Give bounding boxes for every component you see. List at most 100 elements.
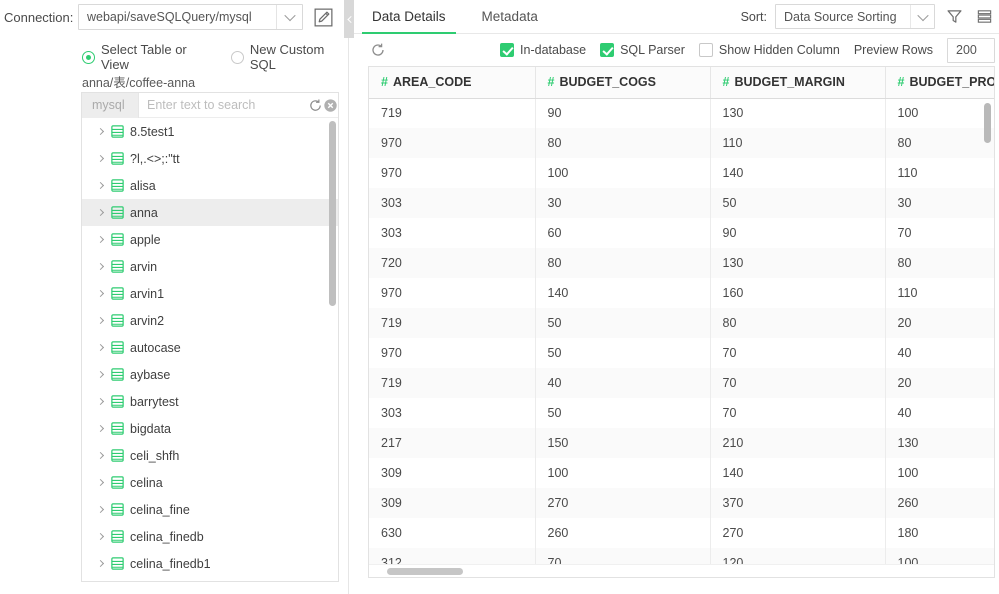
tree-item[interactable]: apple <box>82 226 338 253</box>
tree-item[interactable]: arvin2 <box>82 307 338 334</box>
table-row[interactable]: 309 270 370 260 <box>369 488 994 518</box>
chevron-right-icon[interactable] <box>94 127 107 136</box>
refresh-icon[interactable] <box>308 93 323 118</box>
table-row[interactable]: 719 50 80 20 <box>369 308 994 338</box>
database-table-icon <box>107 178 127 193</box>
query-mode-radio-group: Select Table or View New Custom SQL <box>82 42 344 72</box>
edit-pencil-icon[interactable] <box>312 6 334 28</box>
numeric-type-icon: # <box>897 75 905 90</box>
table-cell: 50 <box>535 308 711 338</box>
tree-item[interactable]: arvin <box>82 253 338 280</box>
tree-item[interactable]: celina_fine <box>82 496 338 523</box>
table-row[interactable]: 970 140 160 110 <box>369 278 994 308</box>
splitter-line <box>348 0 349 594</box>
table-column-header[interactable]: # BUDGET_MARGIN <box>710 67 886 99</box>
chevron-right-icon[interactable] <box>94 181 107 190</box>
database-table-icon <box>107 313 127 328</box>
chevron-right-icon[interactable] <box>94 397 107 406</box>
table-row[interactable]: 309 100 140 100 <box>369 458 994 488</box>
refresh-icon[interactable] <box>368 40 388 60</box>
grid-horizontal-scrollbar-thumb[interactable] <box>387 568 463 575</box>
tree-scroll-area[interactable]: 8.5test1 ?l,.<>;:"tt alisa anna apple arvin ar… <box>82 118 338 581</box>
table-row[interactable]: 630 260 270 180 <box>369 518 994 548</box>
table-row[interactable]: 719 90 130 100 <box>369 98 994 128</box>
radio-select-table-or-view[interactable]: Select Table or View <box>82 42 207 72</box>
chevron-right-icon[interactable] <box>94 316 107 325</box>
database-table-icon <box>107 232 127 247</box>
collapse-panel-button[interactable] <box>344 0 354 38</box>
sort-select[interactable]: Data Source Sorting <box>775 4 935 29</box>
tree-item[interactable]: celina <box>82 469 338 496</box>
table-row[interactable]: 303 30 50 30 <box>369 188 994 218</box>
table-column-header[interactable]: # BUDGET_PROF <box>885 67 995 99</box>
table-cell: 970 <box>369 338 536 368</box>
chevron-right-icon[interactable] <box>94 343 107 352</box>
tree-item[interactable]: 8.5test1 <box>82 118 338 145</box>
table-row[interactable]: 217 150 210 130 <box>369 428 994 458</box>
tree-item[interactable]: autocase <box>82 334 338 361</box>
chevron-right-icon[interactable] <box>94 370 107 379</box>
checkbox-show-hidden-column[interactable]: Show Hidden Column <box>698 43 840 57</box>
tree-item[interactable]: celina_finedb <box>82 523 338 550</box>
table-cell: 100 <box>535 458 711 488</box>
tree-item-label: celina_finedb <box>130 529 204 544</box>
grid-horizontal-scrollbar-track[interactable] <box>369 564 994 577</box>
table-row[interactable]: 719 40 70 20 <box>369 368 994 398</box>
table-cell: 110 <box>885 158 994 188</box>
table-row[interactable]: 303 50 70 40 <box>369 398 994 428</box>
data-preview-grid: # AREA_CODE # BUDGET_COGS # BUDGET_MARGIN # BUD… <box>368 66 995 578</box>
tree-item[interactable]: ?l,.<>;:"tt <box>82 145 338 172</box>
table-row[interactable]: 970 80 110 80 <box>369 128 994 158</box>
tree-item[interactable]: barrytest <box>82 388 338 415</box>
chevron-down-icon[interactable] <box>910 5 934 28</box>
checkbox-in-database[interactable]: In-database <box>500 43 586 57</box>
chevron-right-icon[interactable] <box>94 235 107 244</box>
connection-row: Connection: webapi/saveSQLQuery/mysql <box>0 0 344 34</box>
chevron-right-icon[interactable] <box>94 208 107 217</box>
chevron-right-icon[interactable] <box>94 559 107 568</box>
chevron-right-icon[interactable] <box>94 424 107 433</box>
list-rows-icon[interactable] <box>973 6 995 28</box>
chevron-right-icon[interactable] <box>94 478 107 487</box>
filter-funnel-icon[interactable] <box>943 6 965 28</box>
chevron-right-icon[interactable] <box>94 289 107 298</box>
table-cell: 90 <box>710 218 886 248</box>
table-column-header-label: BUDGET_PROF <box>909 75 995 90</box>
table-row[interactable]: 970 50 70 40 <box>369 338 994 368</box>
checkbox-indicator-checked <box>600 43 615 57</box>
chevron-right-icon[interactable] <box>94 451 107 460</box>
database-table-icon <box>107 286 127 301</box>
tree-item[interactable]: aybase <box>82 361 338 388</box>
tree-item-label: arvin <box>130 259 158 274</box>
radio-new-custom-sql[interactable]: New Custom SQL <box>230 42 344 72</box>
connection-select[interactable]: webapi/saveSQLQuery/mysql <box>78 4 303 30</box>
chevron-right-icon[interactable] <box>94 532 107 541</box>
clear-circle-icon[interactable] <box>323 93 338 118</box>
grid-vertical-scrollbar[interactable] <box>984 103 991 143</box>
chevron-right-icon[interactable] <box>94 262 107 271</box>
tree-item[interactable]: celina_finedb1 <box>82 550 338 577</box>
checkbox-sql-parser[interactable]: SQL Parser <box>600 43 685 57</box>
table-row[interactable]: 720 80 130 80 <box>369 248 994 278</box>
tree-item[interactable]: anna <box>82 199 338 226</box>
table-row[interactable]: 303 60 90 70 <box>369 218 994 248</box>
tree-item[interactable]: celina_finedb2 <box>82 577 338 581</box>
chevron-right-icon[interactable] <box>94 505 107 514</box>
table-column-header[interactable]: # AREA_CODE <box>369 67 536 99</box>
tree-item[interactable]: bigdata <box>82 415 338 442</box>
chevron-down-icon[interactable] <box>276 5 302 29</box>
table-column-header[interactable]: # BUDGET_COGS <box>535 67 711 99</box>
table-cell: 970 <box>369 158 536 188</box>
preview-rows-input[interactable] <box>947 37 995 63</box>
search-input[interactable] <box>139 93 308 118</box>
tab-metadata[interactable]: Metadata <box>464 0 556 33</box>
table-row[interactable]: 970 100 140 110 <box>369 158 994 188</box>
checkbox-indicator-unchecked <box>698 43 713 57</box>
tree-vertical-scrollbar[interactable] <box>329 121 336 306</box>
table-cell: 70 <box>710 368 886 398</box>
tree-item[interactable]: arvin1 <box>82 280 338 307</box>
tree-item[interactable]: alisa <box>82 172 338 199</box>
tab-data-details[interactable]: Data Details <box>354 0 464 34</box>
tree-item[interactable]: celi_shfh <box>82 442 338 469</box>
chevron-right-icon[interactable] <box>94 154 107 163</box>
